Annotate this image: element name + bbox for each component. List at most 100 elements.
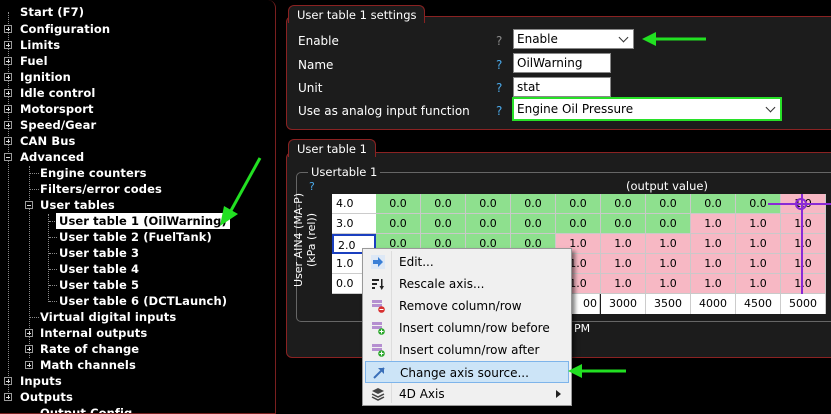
table-cell[interactable]: 1.0 [601,254,646,274]
y-axis-value[interactable]: 4.0 [332,194,376,214]
table-cell[interactable]: 1.0 [646,254,691,274]
table-cell[interactable]: 1.0 [691,214,736,234]
table-cell[interactable]: 0.0 [466,194,511,214]
table-cell[interactable]: 0.0 [691,194,736,214]
table-cell[interactable]: 1.0 [691,274,736,294]
tree-item-engine-counters[interactable]: Engine counters [40,165,147,181]
tree-item-user-table-5[interactable]: User table 5 [59,277,139,293]
tree-item-virtual-digital-inputs[interactable]: Virtual digital inputs [40,309,176,325]
expand-icon[interactable] [4,137,12,145]
enable-help-icon[interactable]: ? [496,34,502,48]
x-axis-value[interactable]: 4500 [736,294,781,314]
tree-item-can-bus[interactable]: CAN Bus [20,133,75,149]
table-cell[interactable]: 0.0 [376,194,421,214]
analog-input-label: Use as analog input function [298,104,470,118]
tree-item-outputs[interactable]: Outputs [20,389,73,405]
tree-item-filters-error-codes[interactable]: Filters/error codes [40,181,162,197]
menu-item-4d-axis[interactable]: 4D Axis [365,383,569,405]
tree-item-output-config[interactable]: Output Config [40,405,132,413]
table-cell[interactable]: 0.0 [466,214,511,234]
menu-item-insert-after[interactable]: Insert column/row after [365,339,569,361]
expand-icon[interactable] [4,73,12,81]
table-cell[interactable]: 0.0 [421,214,466,234]
table-cell[interactable]: 1.0 [601,234,646,254]
table-cell[interactable]: 0.0 [556,194,601,214]
table-cell[interactable]: 1.0 [646,274,691,294]
x-axis-value[interactable]: 3500 [646,294,691,314]
tree-item-fuel[interactable]: Fuel [20,53,48,69]
expand-icon[interactable] [25,329,33,337]
tree-item-start[interactable]: Start (F7) [20,4,84,20]
table-cell[interactable]: 1.0 [691,254,736,274]
enable-select-value: Enable [517,32,558,46]
table-cell[interactable]: 1.0 [736,234,781,254]
menu-item-insert-before[interactable]: Insert column/row before [365,317,569,339]
table-cell[interactable]: 1.0 [601,274,646,294]
x-axis-value[interactable]: 5000 [781,294,826,314]
menu-item-change-axis-source[interactable]: Change axis source... [365,361,569,383]
enable-select[interactable]: Enable [513,29,634,49]
menu-item-rescale-axis[interactable]: Rescale axis... [365,273,569,295]
expand-icon[interactable] [4,41,12,49]
analog-input-help-icon[interactable]: ? [496,104,502,118]
table-cell[interactable]: 0.0 [601,194,646,214]
y-axis-value[interactable]: 3.0 [332,214,376,234]
expand-icon[interactable] [4,105,12,113]
table-cell[interactable]: 0.0 [511,214,556,234]
expand-icon[interactable] [25,345,33,353]
tree-item-speed-gear[interactable]: Speed/Gear [20,117,96,133]
tree-item-limits[interactable]: Limits [20,37,60,53]
tree-item-user-table-6[interactable]: User table 6 (DCTLaunch) [59,293,227,309]
collapse-icon[interactable] [4,153,12,161]
expand-icon[interactable] [4,89,12,97]
unit-help-icon[interactable]: ? [496,81,502,95]
tree-item-inputs[interactable]: Inputs [20,373,62,389]
tree-item-motorsport[interactable]: Motorsport [20,101,94,117]
analog-input-select[interactable]: Engine Oil Pressure [512,97,782,121]
collapse-icon[interactable] [25,201,33,209]
tree-item-rate-of-change[interactable]: Rate of change [40,341,139,357]
tree-item-math-channels[interactable]: Math channels [40,357,136,373]
tree-item-advanced[interactable]: Advanced [20,149,84,165]
tree-item-internal-outputs[interactable]: Internal outputs [40,325,147,341]
table-cell[interactable]: 1.0 [781,254,826,274]
table-cell[interactable]: 1.0 [736,254,781,274]
expand-icon[interactable] [4,121,12,129]
table-cell[interactable]: 0.0 [646,194,691,214]
table-cell[interactable]: 0.0 [601,214,646,234]
menu-item-label: Insert column/row before [399,321,550,335]
name-input[interactable]: OilWarning [513,53,611,73]
tree-item-user-table-4[interactable]: User table 4 [59,261,139,277]
tree-item-user-table-3[interactable]: User table 3 [59,245,139,261]
menu-item-edit[interactable]: Edit... [365,251,569,273]
expand-icon[interactable] [4,25,12,33]
menu-item-remove-column-row[interactable]: Remove column/row [365,295,569,317]
x-axis-value[interactable]: 4000 [691,294,736,314]
table-cell[interactable]: 0.0 [376,214,421,234]
unit-input[interactable]: stat [513,77,611,97]
tree-connector [49,253,57,254]
x-axis-value[interactable]: 3000 [601,294,646,314]
tree-item-configuration[interactable]: Configuration [20,21,110,37]
table-cell[interactable]: 1.0 [781,274,826,294]
table-cell[interactable]: 0.0 [511,194,556,214]
table-cell[interactable]: 1.0 [781,234,826,254]
table-cell[interactable]: 1.0 [736,214,781,234]
name-help-icon[interactable]: ? [496,58,502,72]
table-cell[interactable]: 0.0 [556,214,601,234]
expand-icon[interactable] [4,393,12,401]
tree-item-user-tables[interactable]: User tables [40,197,115,213]
table-cell[interactable]: 1.0 [646,234,691,254]
table-cell[interactable]: 1.0 [781,214,826,234]
table-cell[interactable]: 1.0 [691,234,736,254]
expand-icon[interactable] [25,361,33,369]
table-cell[interactable]: 1.0 [736,274,781,294]
tree-item-user-table-1[interactable]: User table 1 (OilWarning) [56,213,230,229]
expand-icon[interactable] [4,377,12,385]
table-cell[interactable]: 0.0 [646,214,691,234]
expand-icon[interactable] [4,57,12,65]
tree-item-ignition[interactable]: Ignition [20,69,71,85]
table-cell[interactable]: 0.0 [421,194,466,214]
tree-item-user-table-2[interactable]: User table 2 (FuelTank) [59,229,212,245]
tree-item-idle-control[interactable]: Idle control [20,85,95,101]
